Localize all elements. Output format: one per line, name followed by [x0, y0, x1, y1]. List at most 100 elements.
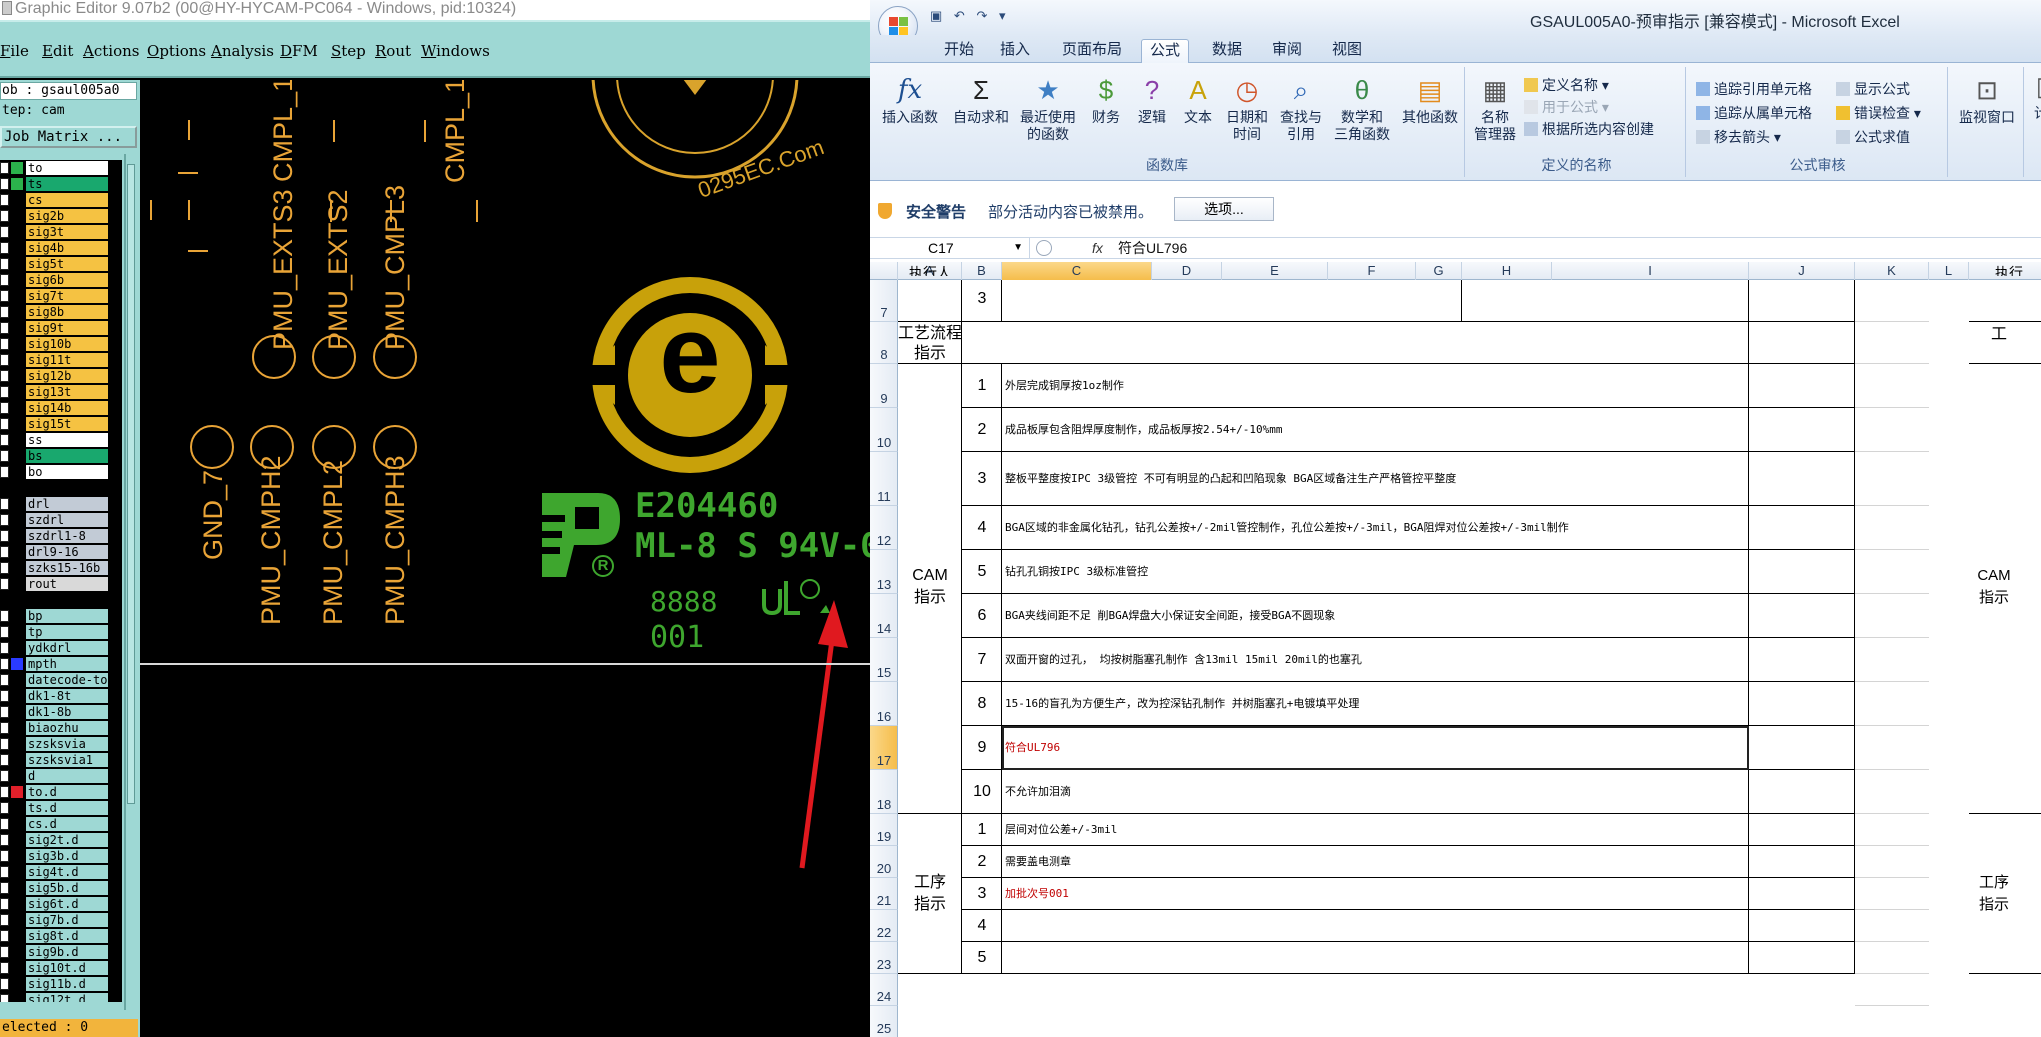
row-header[interactable]: 8 [870, 322, 898, 364]
cell-j15[interactable] [1749, 638, 1855, 682]
menu-options[interactable]: Options [147, 42, 206, 60]
row-header[interactable]: 18 [870, 770, 898, 814]
layer-row[interactable]: ts.d [0, 800, 122, 816]
tab-home[interactable]: 开始 [936, 39, 982, 63]
layer-row[interactable]: sig10b [0, 336, 122, 352]
row-header[interactable]: 9 [870, 364, 898, 408]
cell-j11[interactable] [1749, 452, 1855, 506]
define-name-button[interactable]: 定义名称 ▾ [1524, 75, 1609, 95]
layer-checkbox[interactable] [0, 738, 9, 750]
cell-c21[interactable] [1002, 878, 1749, 910]
layer-checkbox[interactable] [0, 642, 9, 654]
layer-row[interactable]: cs.d [0, 816, 122, 832]
layer-row[interactable]: sig9t [0, 320, 122, 336]
tab-insert[interactable]: 插入 [992, 39, 1038, 63]
use-in-formula-button[interactable]: 用于公式 ▾ [1524, 97, 1609, 117]
cell-a7[interactable] [898, 280, 962, 322]
layer-row[interactable]: tp [0, 624, 122, 640]
layer-checkbox[interactable] [0, 466, 9, 478]
layer-row[interactable]: sig6b [0, 272, 122, 288]
layer-checkbox[interactable] [0, 946, 9, 958]
cell-j10[interactable] [1749, 408, 1855, 452]
menu-rout[interactable]: Rout [375, 42, 411, 60]
layer-checkbox[interactable] [0, 770, 9, 782]
layer-row[interactable]: sig5t [0, 256, 122, 272]
cell-j19[interactable] [1749, 814, 1855, 846]
math-trig-button[interactable]: θ 数学和 三角函数 [1330, 73, 1394, 143]
column-header[interactable]: F [1328, 262, 1416, 280]
layer-checkbox[interactable] [0, 834, 9, 846]
scroll-thumb[interactable] [127, 164, 135, 804]
formula-input[interactable]: 符合UL796 [1118, 238, 1187, 258]
layer-row[interactable]: sig15t [0, 416, 122, 432]
layer-row[interactable]: sig13t [0, 384, 122, 400]
recent-functions-button[interactable]: ★ 最近使用 的函数 [1016, 73, 1080, 143]
menu-analysis[interactable]: Analysis [211, 42, 274, 60]
layer-checkbox[interactable] [0, 530, 9, 542]
cell-j23[interactable] [1749, 942, 1855, 974]
layer-checkbox[interactable] [0, 818, 9, 830]
row-header[interactable]: 15 [870, 638, 898, 682]
remove-arrows-button[interactable]: 移去箭头 ▾ [1696, 127, 1781, 147]
layer-row[interactable]: ts [0, 176, 122, 192]
column-header[interactable]: I [1552, 262, 1749, 280]
layer-checkbox[interactable] [0, 930, 9, 942]
cell-j17[interactable] [1749, 726, 1855, 770]
redo-icon[interactable]: ↷ [976, 8, 987, 24]
layer-checkbox[interactable] [0, 402, 9, 414]
layer-checkbox[interactable] [0, 850, 9, 862]
row-header[interactable]: 12 [870, 506, 898, 550]
layer-checkbox[interactable] [0, 578, 9, 590]
layer-row[interactable]: sig7t [0, 288, 122, 304]
layer-checkbox[interactable] [0, 962, 9, 974]
trace-precedents-button[interactable]: 追踪引用单元格 [1696, 79, 1812, 99]
layer-row[interactable]: ydkdrl [0, 640, 122, 656]
logical-button[interactable]: ? 逻辑 [1132, 73, 1172, 126]
cell-c23[interactable] [1002, 942, 1749, 974]
cell-j13[interactable] [1749, 550, 1855, 594]
cell-h7[interactable] [1462, 280, 1749, 322]
row-header[interactable]: 14 [870, 594, 898, 638]
layer-checkbox[interactable] [0, 258, 9, 270]
menu-file[interactable]: File [0, 42, 29, 60]
layer-row[interactable]: szdrl [0, 512, 122, 528]
layer-row[interactable]: sig5b.d [0, 880, 122, 896]
save-icon[interactable]: ▣ [930, 8, 942, 24]
undo-icon[interactable]: ↶ [954, 8, 965, 24]
layer-checkbox[interactable] [0, 914, 9, 926]
cell-c8[interactable] [962, 322, 1749, 364]
row-header[interactable]: 10 [870, 408, 898, 452]
layer-checkbox[interactable] [0, 882, 9, 894]
cell-c17[interactable] [1002, 726, 1749, 770]
layer-row[interactable]: ss [0, 432, 122, 448]
layer-row[interactable]: to [0, 160, 122, 176]
tab-formulas[interactable]: 公式 [1141, 39, 1190, 63]
layer-checkbox[interactable] [0, 434, 9, 446]
layer-checkbox[interactable] [0, 802, 9, 814]
row-header[interactable]: 19 [870, 814, 898, 846]
cell-j22[interactable] [1749, 910, 1855, 942]
cell-j7[interactable] [1749, 280, 1855, 322]
column-header[interactable]: B [962, 262, 1002, 280]
options-button[interactable]: 选项... [1174, 197, 1274, 221]
job-matrix-button[interactable]: Job Matrix ... [0, 126, 137, 148]
layer-checkbox[interactable] [0, 898, 9, 910]
layer-checkbox[interactable] [0, 418, 9, 430]
layer-checkbox[interactable] [0, 306, 9, 318]
layer-row[interactable]: szks15-16b [0, 560, 122, 576]
trace-dependents-button[interactable]: 追踪从属单元格 [1696, 103, 1812, 123]
layer-row[interactable]: sig9b.d [0, 944, 122, 960]
layer-row[interactable]: sig8b [0, 304, 122, 320]
row-header[interactable]: 25 [870, 1006, 898, 1037]
menu-windows[interactable]: Windows [421, 42, 490, 60]
layer-row[interactable]: dk1-8t [0, 688, 122, 704]
layer-checkbox[interactable] [0, 690, 9, 702]
layer-row[interactable]: datecode-to [0, 672, 122, 688]
layer-list-scrollbar[interactable] [124, 154, 136, 1010]
row-header[interactable]: 24 [870, 974, 898, 1006]
cell-j8[interactable] [1749, 322, 1855, 364]
text-functions-button[interactable]: A 文本 [1178, 73, 1218, 126]
row-header[interactable]: 13 [870, 550, 898, 594]
error-check-button[interactable]: 错误检查 ▾ [1836, 103, 1921, 123]
layer-row[interactable]: sig6t.d [0, 896, 122, 912]
